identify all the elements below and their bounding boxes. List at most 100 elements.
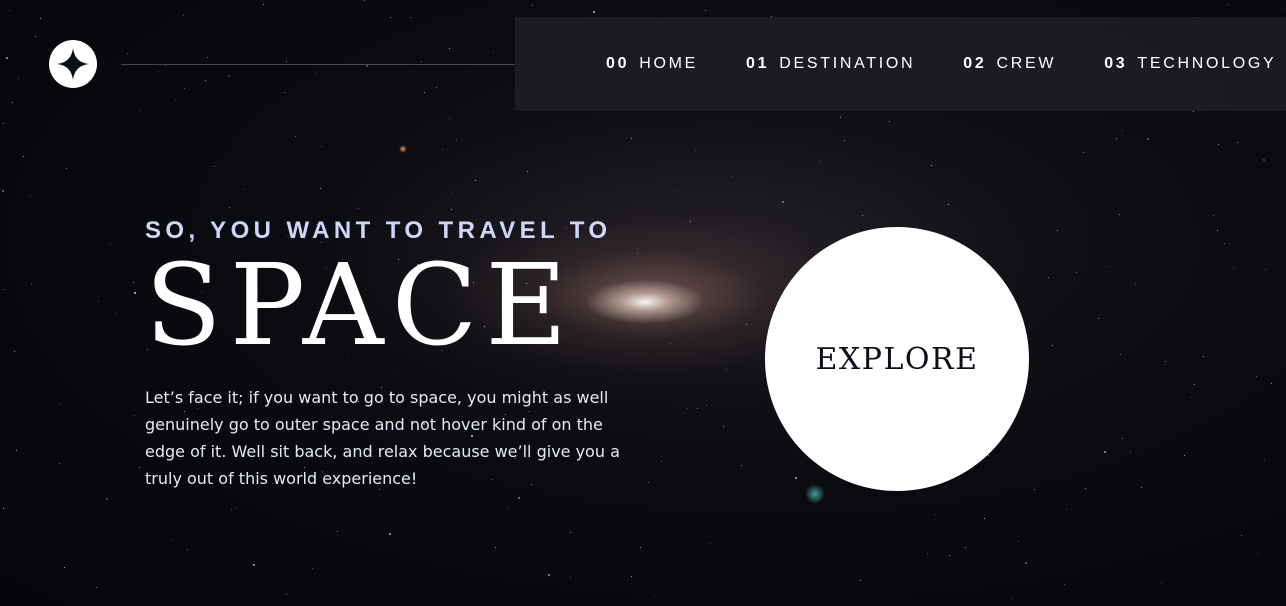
- star: [687, 408, 688, 409]
- star: [527, 171, 528, 172]
- star: [364, 0, 365, 1]
- star: [640, 547, 641, 548]
- star: [1083, 152, 1084, 153]
- star: [1025, 562, 1027, 564]
- star: [1018, 541, 1019, 542]
- star: [1282, 8, 1283, 9]
- star: [661, 461, 662, 462]
- star: [1193, 111, 1194, 112]
- star: [64, 567, 65, 568]
- star: [637, 253, 638, 254]
- star: [1194, 384, 1195, 385]
- star: [133, 282, 134, 283]
- star: [449, 118, 450, 119]
- star: [705, 10, 706, 11]
- star: [548, 574, 550, 576]
- star: [1122, 438, 1123, 439]
- star: [98, 301, 99, 302]
- star: [134, 292, 136, 294]
- star: [214, 166, 215, 167]
- nav-item-home[interactable]: 00 HOME: [606, 17, 698, 111]
- nav-number: 02: [963, 55, 987, 72]
- star: [390, 17, 391, 18]
- star: [228, 75, 230, 77]
- star: [3, 123, 4, 124]
- star: [40, 18, 41, 19]
- star: [1203, 356, 1204, 357]
- star: [171, 539, 172, 540]
- star: [670, 343, 671, 344]
- star: [66, 168, 67, 169]
- nav-item-crew[interactable]: 02 CREW: [963, 17, 1056, 111]
- star: [631, 576, 632, 577]
- nav-number: 03: [1104, 55, 1128, 72]
- star: [165, 65, 166, 66]
- star: [1161, 583, 1162, 584]
- star: [654, 596, 655, 597]
- star: [18, 78, 19, 79]
- nav-label: CREW: [996, 55, 1057, 72]
- star: [140, 110, 141, 111]
- star: [741, 465, 742, 466]
- star: [134, 415, 135, 416]
- star: [1052, 345, 1053, 346]
- logo[interactable]: [49, 40, 97, 88]
- star: [697, 408, 698, 409]
- star: [844, 140, 845, 141]
- star: [1213, 215, 1214, 216]
- hero-title: SPACE: [145, 241, 576, 371]
- star: [1237, 142, 1238, 143]
- star: [231, 509, 232, 510]
- star: [1098, 318, 1099, 319]
- nav-item-technology[interactable]: 03 TECHNOLOGY: [1104, 17, 1276, 111]
- star: [1119, 214, 1120, 215]
- star: [726, 369, 727, 370]
- star: [116, 313, 117, 314]
- star: [158, 71, 159, 72]
- star: [518, 497, 520, 499]
- star: [366, 65, 368, 67]
- star: [1233, 267, 1234, 268]
- star: [106, 498, 108, 500]
- star: [23, 156, 24, 157]
- star: [449, 48, 450, 49]
- star: [96, 587, 97, 588]
- star: [253, 564, 255, 566]
- star: [935, 514, 936, 515]
- star: [1104, 451, 1106, 453]
- star: [1057, 230, 1058, 231]
- star: [1122, 130, 1123, 131]
- star: [436, 87, 437, 88]
- star: [782, 201, 784, 203]
- star: [988, 455, 989, 456]
- nav-number: 01: [746, 55, 770, 72]
- star: [593, 11, 595, 13]
- nav-number: 00: [606, 55, 630, 72]
- star: [110, 243, 111, 244]
- star: [1256, 376, 1257, 377]
- star: [139, 467, 140, 468]
- star: [710, 543, 711, 544]
- nav-label: TECHNOLOGY: [1137, 55, 1277, 72]
- star: [1064, 584, 1065, 585]
- nav-item-destination[interactable]: 01 DESTINATION: [746, 17, 915, 111]
- star: [315, 73, 316, 74]
- star: [1271, 383, 1272, 384]
- star: [175, 99, 176, 100]
- star: [1265, 269, 1266, 270]
- star: [493, 52, 494, 53]
- star: [1191, 397, 1192, 398]
- star: [9, 10, 10, 11]
- header-divider: [121, 64, 515, 65]
- star: [690, 221, 691, 222]
- star: [495, 547, 496, 548]
- star: [3, 508, 4, 509]
- star: [187, 549, 188, 550]
- star: [16, 450, 17, 451]
- star: [695, 150, 696, 151]
- main-nav: 00 HOME 01 DESTINATION 02 CREW 03 TECHNO…: [515, 17, 1286, 111]
- explore-button[interactable]: EXPLORE: [765, 227, 1029, 491]
- star: [1218, 144, 1219, 145]
- star: [60, 403, 61, 404]
- star: [746, 324, 747, 325]
